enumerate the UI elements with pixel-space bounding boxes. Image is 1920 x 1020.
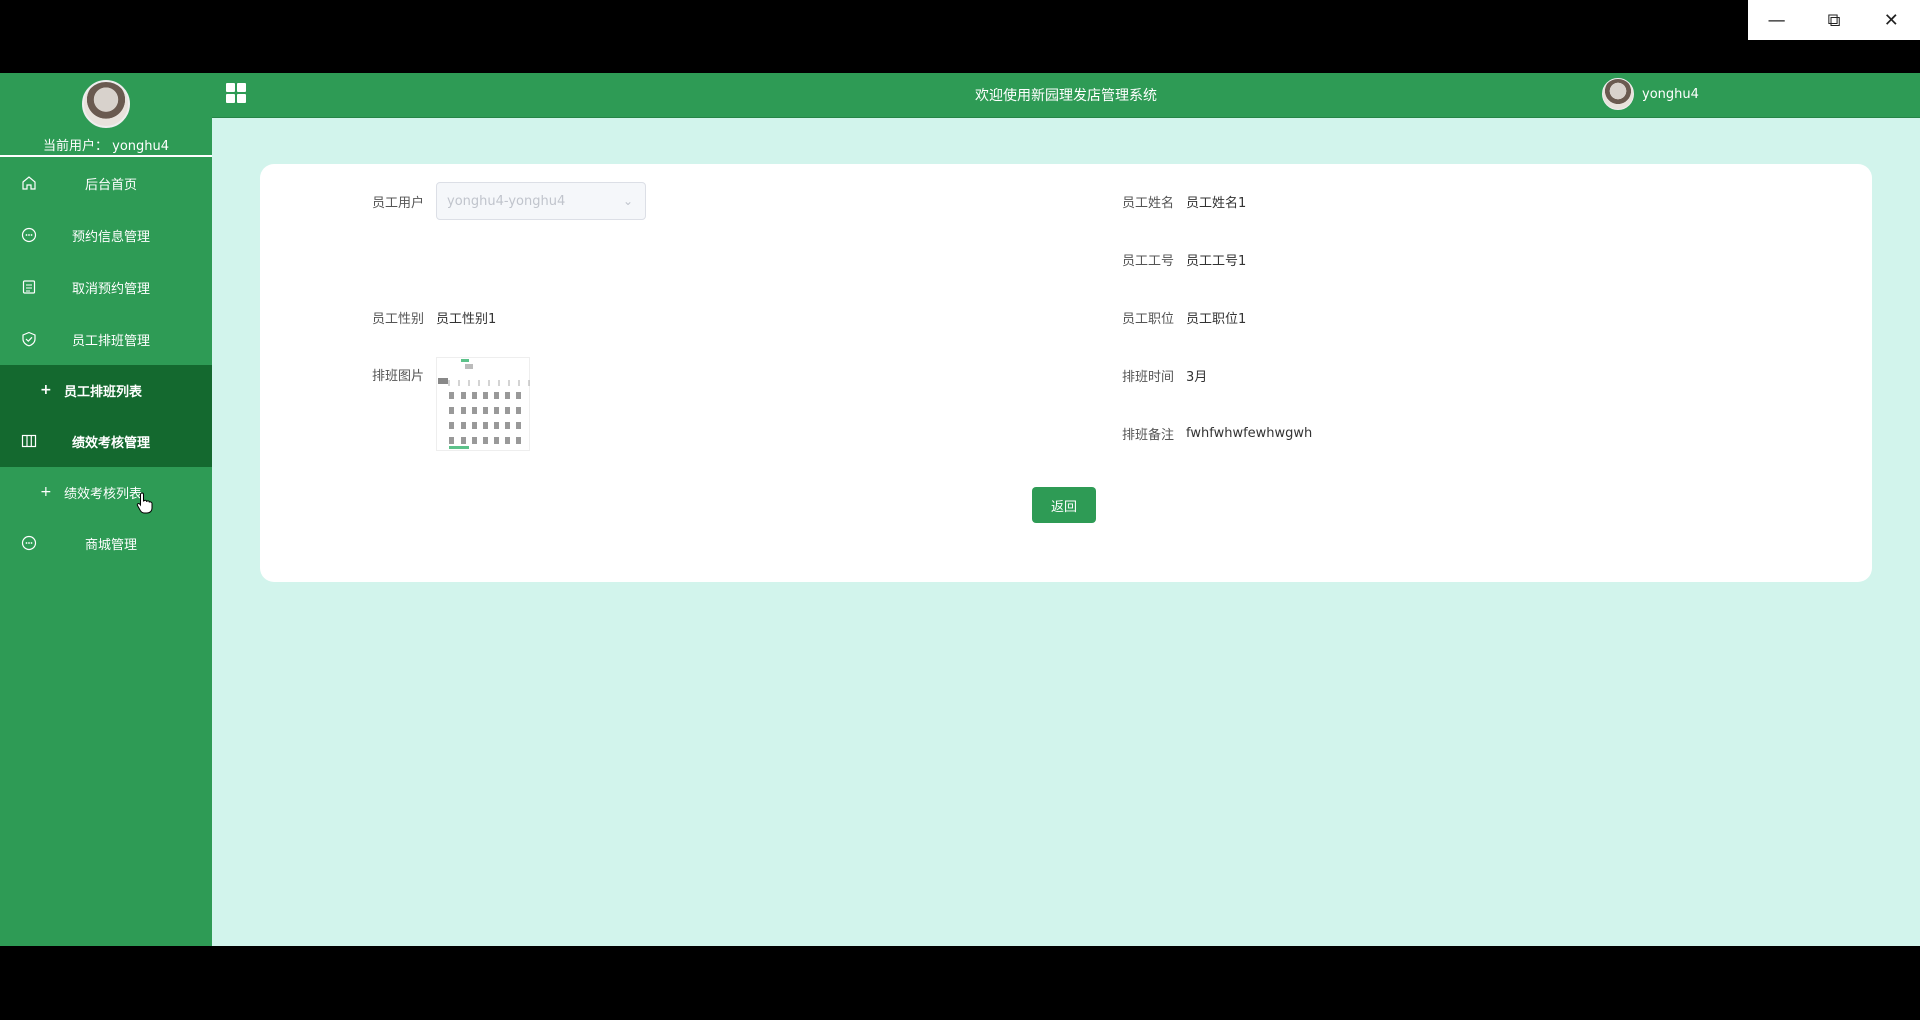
document-icon xyxy=(20,278,38,296)
sidebar-item-appointments[interactable]: 预约信息管理 xyxy=(0,209,212,261)
current-user-label: 当前用户： xyxy=(42,139,108,154)
schedule-time-field: 排班时间 3月 xyxy=(1110,366,1207,385)
sidebar: 当前用户： yonghu4 后台首页 预约信息管理 取消预约管理 员工排班管理 … xyxy=(0,73,212,946)
field-value: 员工性别1 xyxy=(436,312,497,327)
employee-no-field: 员工工号 员工工号1 xyxy=(1110,250,1246,269)
field-value: fwhfwhwfewhwgwh xyxy=(1186,426,1313,441)
hand-cursor-icon xyxy=(136,492,153,514)
shield-icon xyxy=(20,330,38,348)
restore-icon[interactable]: ⧉ xyxy=(1805,0,1862,40)
field-value: 员工职位1 xyxy=(1186,312,1247,327)
sidebar-item-cancellations[interactable]: 取消预约管理 xyxy=(0,261,212,313)
employee-name-field: 员工姓名 员工姓名1 xyxy=(1110,192,1246,211)
field-label: 员工性别 xyxy=(371,312,424,327)
field-value: 员工工号1 xyxy=(1186,254,1247,269)
columns-icon xyxy=(20,432,38,450)
schedule-image[interactable] xyxy=(436,357,530,451)
chevron-down-icon: ⌄ xyxy=(622,194,633,208)
sidebar-item-mall[interactable]: 商城管理 xyxy=(0,517,212,569)
sidebar-item-schedule[interactable]: 员工排班管理 xyxy=(0,313,212,365)
field-value: 员工姓名1 xyxy=(1186,196,1247,211)
sidebar-item-label: 员工排班列表 xyxy=(64,384,143,400)
field-label: 员工工号 xyxy=(1121,254,1174,269)
plus-icon: + xyxy=(40,382,52,398)
minimize-icon[interactable]: — xyxy=(1748,0,1805,40)
avatar xyxy=(82,80,130,128)
field-label: 排班图片 xyxy=(371,369,424,384)
employee-gender-field: 员工性别 员工性别1 xyxy=(360,308,496,327)
back-button[interactable]: 返回 xyxy=(1032,487,1096,523)
content-area: 员工用户 yonghu4-yonghu4 ⌄ 员工姓名 员工姓名1 员工工号 员… xyxy=(212,118,1920,946)
chat-icon xyxy=(20,534,38,552)
current-user-name: yonghu4 xyxy=(112,139,170,154)
select-value: yonghu4-yonghu4 xyxy=(447,193,566,209)
schedule-image-field: 排班图片 xyxy=(360,357,530,451)
schedule-note-field: 排班备注 fwhfwhwfewhwgwh xyxy=(1110,424,1312,443)
detail-card: 员工用户 yonghu4-yonghu4 ⌄ 员工姓名 员工姓名1 员工工号 员… xyxy=(260,164,1872,582)
current-user: 当前用户： yonghu4 xyxy=(0,135,212,154)
field-label: 员工职位 xyxy=(1121,312,1174,327)
close-icon[interactable]: ✕ xyxy=(1863,0,1920,40)
field-label: 员工姓名 xyxy=(1121,196,1174,211)
sidebar-item-performance-list[interactable]: + 绩效考核列表 xyxy=(0,467,212,517)
username: yonghu4 xyxy=(1642,86,1699,102)
sidebar-header: 当前用户： yonghu4 xyxy=(0,73,212,157)
avatar xyxy=(1602,78,1634,110)
field-value: 3月 xyxy=(1186,370,1208,385)
window-controls: — ⧉ ✕ xyxy=(1748,0,1920,40)
sidebar-item-schedule-list[interactable]: + 员工排班列表 xyxy=(0,365,212,415)
sidebar-item-home[interactable]: 后台首页 xyxy=(0,157,212,209)
employee-user-select[interactable]: yonghu4-yonghu4 ⌄ xyxy=(436,182,646,220)
plus-icon: + xyxy=(40,484,52,500)
chat-icon xyxy=(20,226,38,244)
employee-position-field: 员工职位 员工职位1 xyxy=(1110,308,1246,327)
user-menu[interactable]: yonghu4 xyxy=(1602,78,1699,110)
topbar: 欢迎使用新园理发店管理系统 yonghu4 xyxy=(212,73,1920,118)
sidebar-item-performance[interactable]: 绩效考核管理 xyxy=(0,415,212,467)
field-label: 员工用户 xyxy=(371,195,424,211)
home-icon xyxy=(20,174,38,192)
employee-user-field: 员工用户 yonghu4-yonghu4 ⌄ xyxy=(360,182,646,220)
field-label: 排班时间 xyxy=(1121,370,1174,385)
field-label: 排班备注 xyxy=(1121,428,1174,443)
